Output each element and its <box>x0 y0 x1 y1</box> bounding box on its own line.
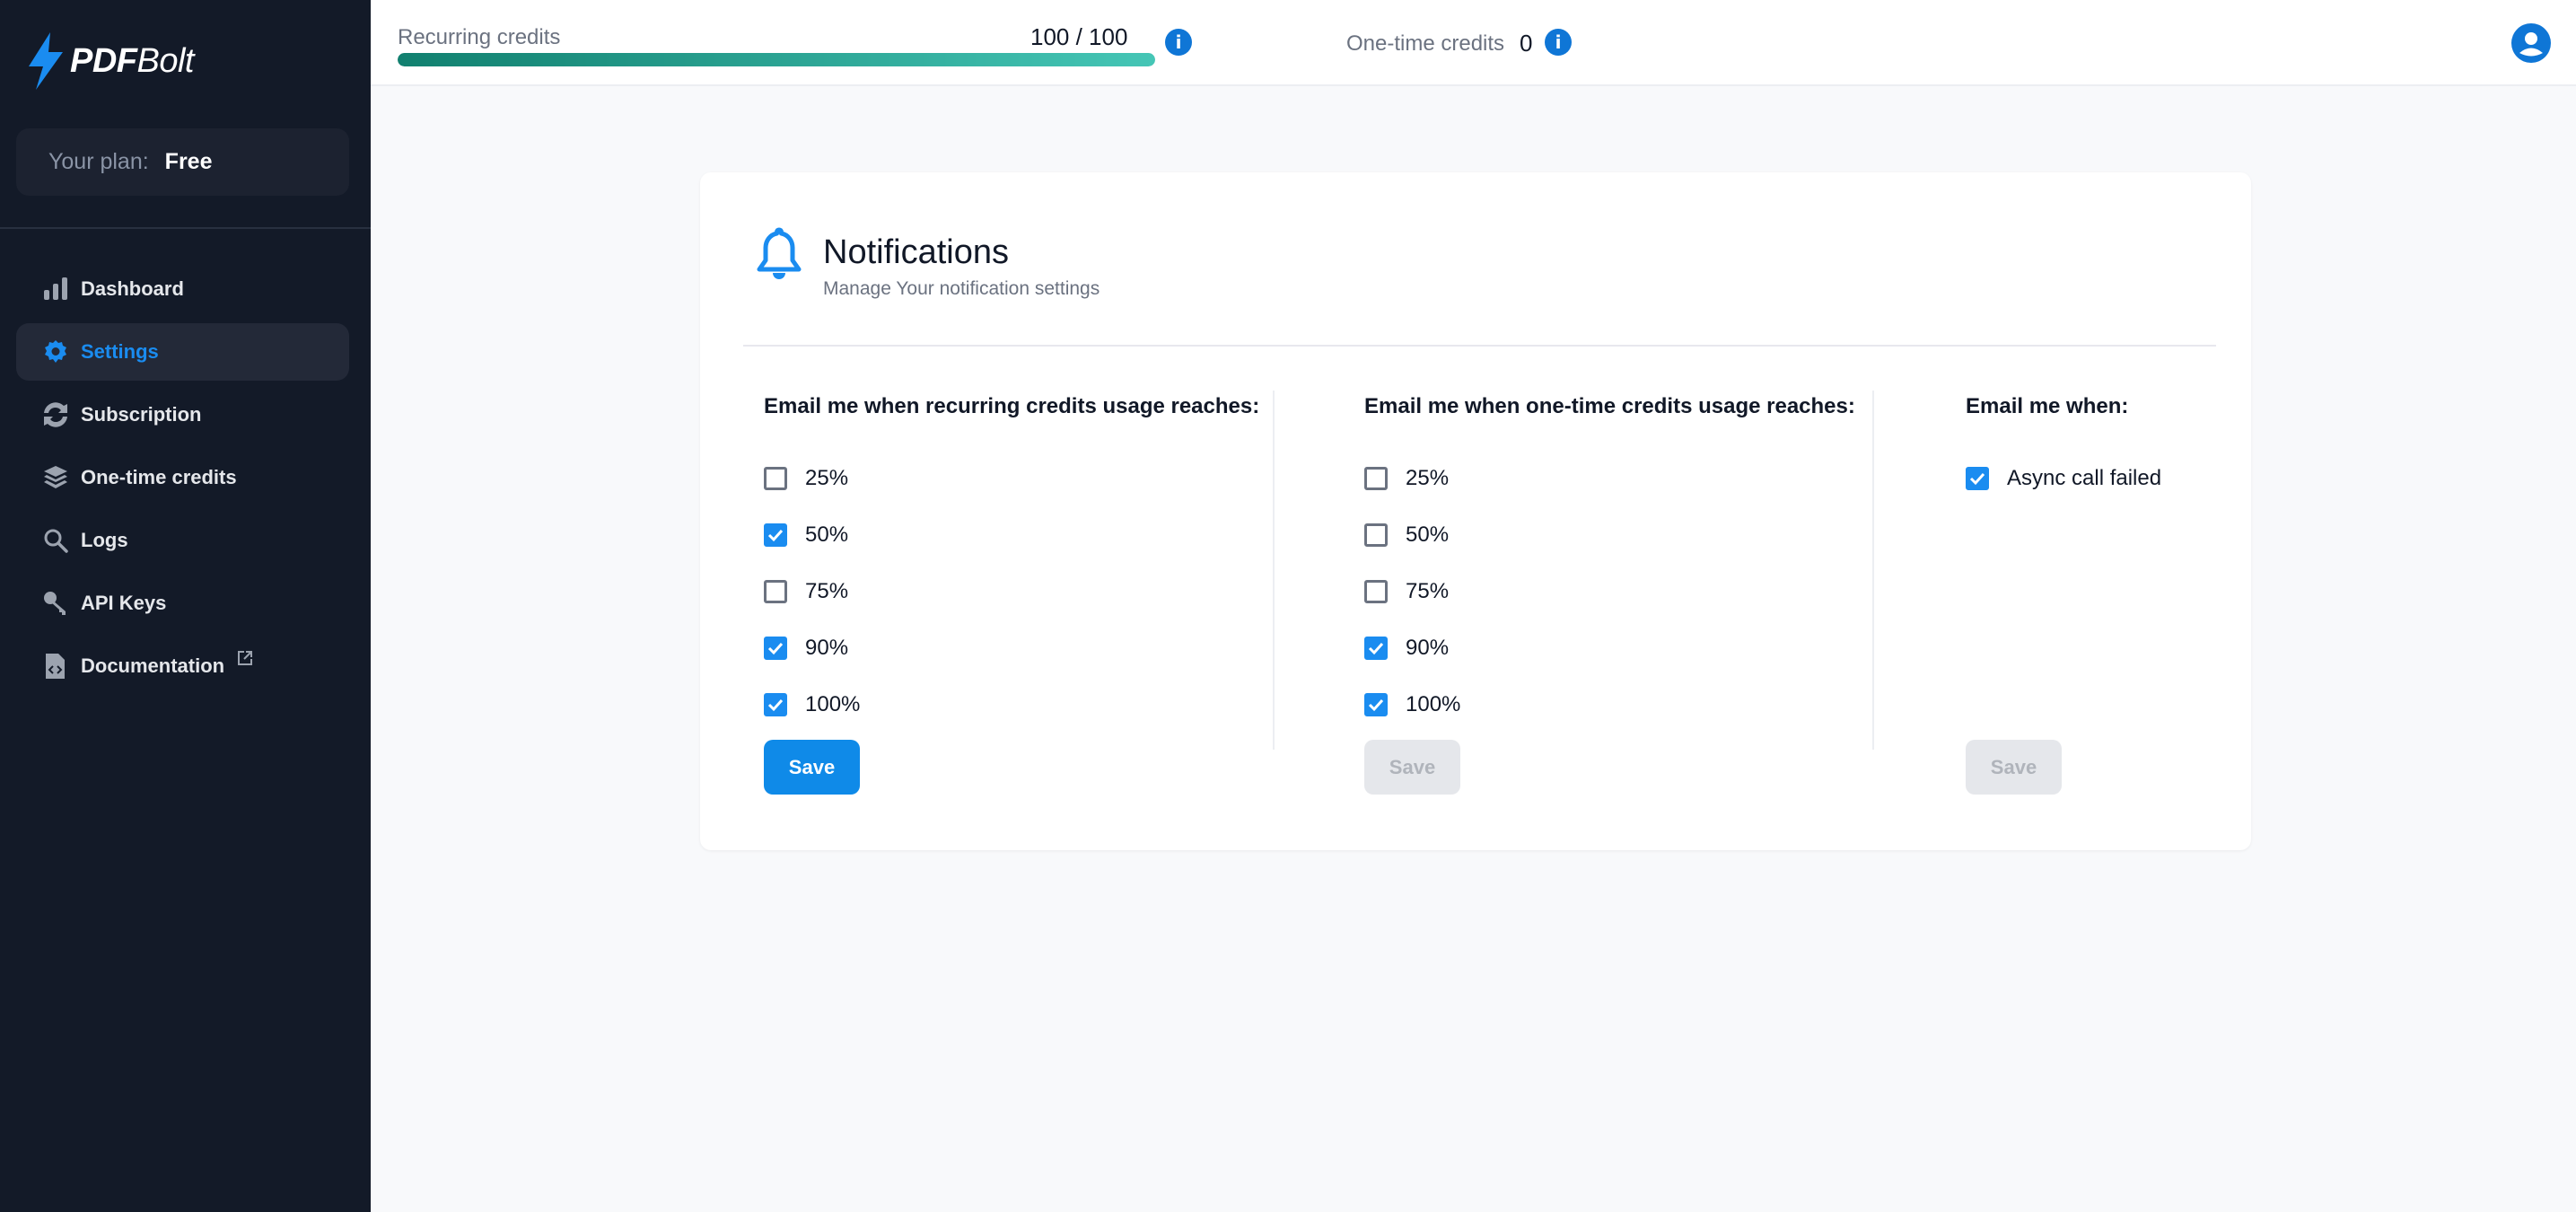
sidebar-item-settings[interactable]: Settings <box>16 323 349 381</box>
checkbox[interactable] <box>1364 523 1388 547</box>
sidebar-item-label: Subscription <box>81 403 202 426</box>
one-time-credits-value: 0 <box>1520 30 1533 57</box>
gear-icon <box>43 339 68 364</box>
bar-chart-icon <box>43 277 68 302</box>
checkbox-row[interactable]: 90% <box>764 619 1259 676</box>
sidebar-item-label: Documentation <box>81 654 225 677</box>
checkbox-row[interactable]: 25% <box>764 450 1259 506</box>
info-icon[interactable]: i <box>1545 29 1572 56</box>
column-title: Email me when one-time credits usage rea… <box>1364 394 1855 418</box>
checkbox-row[interactable]: 90% <box>1364 619 1855 676</box>
bell-icon <box>757 227 802 279</box>
checkbox-row[interactable]: 100% <box>1364 676 1855 733</box>
checkbox[interactable] <box>764 523 787 547</box>
checkbox-label: 25% <box>805 465 849 490</box>
checkbox-label: 25% <box>1406 465 1450 490</box>
one-time-credits-label: One-time credits <box>1346 31 1505 56</box>
sidebar-nav: Dashboard Settings Subscription One-time… <box>16 260 349 700</box>
checkbox[interactable] <box>1364 636 1388 660</box>
checkbox-label: 75% <box>805 578 849 603</box>
sidebar-divider <box>0 227 371 229</box>
info-icon[interactable]: i <box>1165 29 1192 56</box>
save-general-button[interactable]: Save <box>1966 740 2062 795</box>
column-divider <box>1273 391 1275 750</box>
notifications-card: Notifications Manage Your notification s… <box>700 172 2251 850</box>
recurring-credits-label: Recurring credits <box>398 25 561 49</box>
page-title: Notifications <box>823 233 1009 271</box>
checkbox-row[interactable]: 50% <box>1364 506 1855 563</box>
checkbox-row[interactable]: 50% <box>764 506 1259 563</box>
checkbox-row[interactable]: 75% <box>764 563 1259 619</box>
page-subtitle: Manage Your notification settings <box>823 278 1100 299</box>
checkbox-label: 90% <box>1406 635 1450 660</box>
plan-label: Your plan: <box>48 149 149 174</box>
sidebar-item-api-keys[interactable]: API Keys <box>16 575 349 632</box>
recurring-credits-progress <box>398 53 1155 66</box>
sidebar-item-one-time-credits[interactable]: One-time credits <box>16 449 349 506</box>
top-header: Recurring credits 100 / 100 i One-time c… <box>371 0 2576 86</box>
sidebar-item-label: One-time credits <box>81 466 237 488</box>
checkbox-row[interactable]: Async call failed <box>1966 450 2161 506</box>
sidebar-item-label: API Keys <box>81 592 167 614</box>
column-title: Email me when: <box>1966 394 2129 418</box>
checkbox-row[interactable]: 75% <box>1364 563 1855 619</box>
checkbox[interactable] <box>764 692 787 716</box>
checkbox-row[interactable]: 25% <box>1364 450 1855 506</box>
code-file-icon <box>43 654 68 679</box>
recurring-credits-progress-fill <box>398 53 1155 66</box>
recurring-credits-notifications: Email me when recurring credits usage re… <box>764 394 1259 733</box>
save-one-time-button[interactable]: Save <box>1364 740 1460 795</box>
checkbox-label: 50% <box>805 522 849 547</box>
checkbox-label: 100% <box>805 691 861 716</box>
sidebar-item-label: Settings <box>81 340 159 363</box>
sidebar-item-label: Dashboard <box>81 277 184 300</box>
one-time-credits-notifications: Email me when one-time credits usage rea… <box>1364 394 1855 733</box>
plan-value: Free <box>164 149 213 174</box>
checkbox-label: 90% <box>805 635 849 660</box>
plan-box: Your plan: Free <box>16 128 349 196</box>
checkbox[interactable] <box>764 579 787 603</box>
checkbox[interactable] <box>1364 692 1388 716</box>
checkbox[interactable] <box>1364 579 1388 603</box>
sidebar-item-documentation[interactable]: Documentation <box>16 637 349 695</box>
layers-icon <box>43 465 68 490</box>
sidebar-item-label: Logs <box>81 529 128 551</box>
checkbox-label: 100% <box>1406 691 1461 716</box>
general-notifications: Email me when: Async call failed <box>1966 394 2161 506</box>
checkbox[interactable] <box>1966 466 1989 490</box>
key-icon <box>43 591 68 616</box>
sidebar-item-dashboard[interactable]: Dashboard <box>16 260 349 318</box>
column-title: Email me when recurring credits usage re… <box>764 394 1260 418</box>
checkbox-label: 50% <box>1406 522 1450 547</box>
checkbox-label: 75% <box>1406 578 1450 603</box>
search-icon <box>43 528 68 553</box>
checkbox-label: Async call failed <box>2007 465 2162 490</box>
logo-text: PDFBolt <box>70 41 194 80</box>
checkbox[interactable] <box>1364 466 1388 490</box>
checkbox[interactable] <box>764 636 787 660</box>
logo[interactable]: PDFBolt <box>27 32 194 90</box>
sidebar-item-logs[interactable]: Logs <box>16 512 349 569</box>
external-link-icon <box>237 650 253 666</box>
user-avatar-icon[interactable] <box>2511 23 2551 63</box>
card-divider <box>743 345 2216 347</box>
sidebar: PDFBolt Your plan: Free Dashboard Settin… <box>0 0 371 1212</box>
checkbox-row[interactable]: 100% <box>764 676 1259 733</box>
column-divider <box>1872 391 1874 750</box>
refresh-icon <box>43 402 68 427</box>
sidebar-item-subscription[interactable]: Subscription <box>16 386 349 444</box>
recurring-credits-value: 100 / 100 <box>1030 23 1128 50</box>
save-recurring-button[interactable]: Save <box>764 740 860 795</box>
checkbox[interactable] <box>764 466 787 490</box>
bolt-icon <box>29 32 63 90</box>
